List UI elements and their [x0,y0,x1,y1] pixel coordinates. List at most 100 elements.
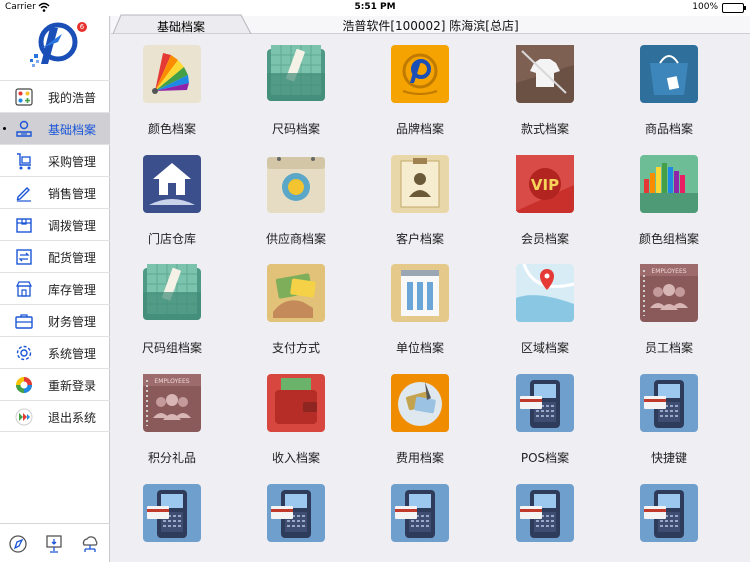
grid-item[interactable]: 尺码组档案 [111,254,211,355]
card-payment-icon [267,264,325,322]
sidebar-item-sales[interactable]: 销售管理 [0,176,110,208]
briefcase-icon [15,314,33,329]
employee-book-icon: EMPLOYEES [640,264,698,322]
grid-item-label: 收入档案 [271,451,320,465]
pen-icon [16,187,31,202]
sidebar-item-finance[interactable]: 财务管理 [0,304,110,336]
grid-item[interactable] [359,474,459,562]
house-icon [143,155,201,213]
cart-icon [17,153,31,170]
exit-icon [15,408,33,426]
monitor-icon[interactable] [43,533,65,555]
grid-item[interactable] [608,474,708,562]
grid-item-label: 员工档案 [644,341,693,355]
sidebar-item-label: 调拨管理 [48,219,97,233]
user-info-icon [16,120,32,137]
sidebar-item-transfer[interactable]: 调拨管理 [0,208,110,240]
color-ring-icon [16,377,32,393]
sidebar-item-label: 系统管理 [48,347,97,361]
grid-item-label: 快捷键 [650,451,687,465]
sidebar-item-label: 我的浩普 [48,91,97,105]
battery-percent: 100% [692,2,718,12]
active-indicator [3,127,6,130]
sidebar-item-relogin[interactable]: 重新登录 [0,368,110,400]
grid-item[interactable]: 品牌档案 [359,35,459,136]
grid-item[interactable]: 费用档案 [359,364,459,465]
sidebar-item-basic-archive[interactable]: 基础档案 [0,112,110,144]
brand-icon [391,45,449,103]
shopping-bag-icon [640,45,698,103]
sidebar-item-label: 采购管理 [48,155,97,169]
sidebar-item-inventory[interactable]: 库存管理 [0,272,110,304]
sidebar-item-exit[interactable]: 退出系统 [0,400,110,432]
grid-item[interactable] [111,474,211,562]
clock: 5:51 PM [354,2,396,12]
grid-item[interactable]: 颜色组档案 [608,145,708,246]
grid-item-label: 尺码组档案 [141,341,202,355]
pos-terminal-icon [640,374,698,432]
grid-item[interactable]: VIP 会员档案 [484,145,584,246]
sidebar-item-system[interactable]: 系统管理 [0,336,110,368]
building-icon [391,264,449,322]
grid-item-label: POS档案 [520,451,570,465]
grid-item[interactable]: 客户档案 [359,145,459,246]
ruler-folder-icon [267,45,325,101]
grid-item[interactable]: 收入档案 [235,364,335,465]
grid-item[interactable]: 商品档案 [608,35,708,136]
grid-item[interactable]: 支付方式 [235,254,335,355]
pos-terminal-icon [267,484,325,542]
grid-item[interactable]: POS档案 [484,364,584,465]
grid-item-label: 商品档案 [644,122,693,136]
cloud-network-icon[interactable] [79,533,101,555]
grid-item[interactable]: 颜色档案 [111,35,211,136]
sidebar-item-purchase[interactable]: 采购管理 [0,144,110,176]
battery-icon [722,3,746,13]
sidebar-menu: 我的浩普 基础档案 采购管理 销售管理 调拨管理 配货管理 库存管理 财务管理 … [0,80,110,432]
grid-item[interactable]: 款式档案 [484,35,584,136]
color-group-icon [640,155,698,213]
transfer-icon [16,249,32,265]
sidebar-item-label: 退出系统 [48,411,97,425]
map-pin-icon [516,263,575,322]
grid-item-label: 单位档案 [395,341,444,355]
expense-icon [391,374,449,432]
sidebar-item-label: 基础档案 [48,123,97,137]
grid-item-label: 品牌档案 [395,122,444,136]
grid-item[interactable]: 尺码档案 [235,35,335,136]
sidebar-item-my-haopu[interactable]: 我的浩普 [0,80,110,112]
app-logo[interactable] [28,20,84,70]
sidebar-bottom-bar [0,523,110,562]
grid-item-label: 供应商档案 [265,232,326,246]
pos-terminal-icon [640,484,698,542]
pos-terminal-icon [516,484,574,542]
sidebar-item-label: 库存管理 [48,283,97,297]
grid-item-label: 尺码档案 [271,122,320,136]
sidebar-item-distribution[interactable]: 配货管理 [0,240,110,272]
calendar-coin-icon [267,157,325,213]
grid-item[interactable]: 区域档案 [484,254,584,355]
store-icon [15,281,33,297]
grid-item[interactable]: 单位档案 [359,254,459,355]
grid-item[interactable]: 快捷键 [608,364,708,465]
pos-terminal-icon [391,484,449,542]
wallet-icon [267,374,325,432]
grid-item[interactable] [484,474,584,562]
svg-text:EMPLOYEES: EMPLOYEES [651,268,686,275]
compass-icon[interactable] [7,533,29,555]
employee-book-icon: EMPLOYEES [143,374,201,432]
pos-terminal-icon [516,374,574,432]
grid-item-label: 区域档案 [520,341,569,355]
grid-item[interactable]: 供应商档案 [235,145,335,246]
grid-item[interactable]: EMPLOYEES 员工档案 [608,254,708,355]
sidebar-item-label: 销售管理 [48,187,97,201]
apps-icon [15,88,33,106]
grid-item[interactable]: EMPLOYEES 积分礼品 [111,364,211,465]
grid-item[interactable] [235,474,335,562]
grid-item[interactable]: 门店仓库 [111,145,211,246]
pos-terminal-icon [143,484,201,542]
app-screen: Carrier 5:51 PM 100% 6 我的浩普 基础档案 采购管理 销售… [0,0,750,562]
sidebar-item-label: 配货管理 [48,251,97,265]
vip-icon: VIP [516,155,574,213]
grid-item-label: 会员档案 [520,232,569,246]
grid-item-label: 积分礼品 [147,451,196,465]
